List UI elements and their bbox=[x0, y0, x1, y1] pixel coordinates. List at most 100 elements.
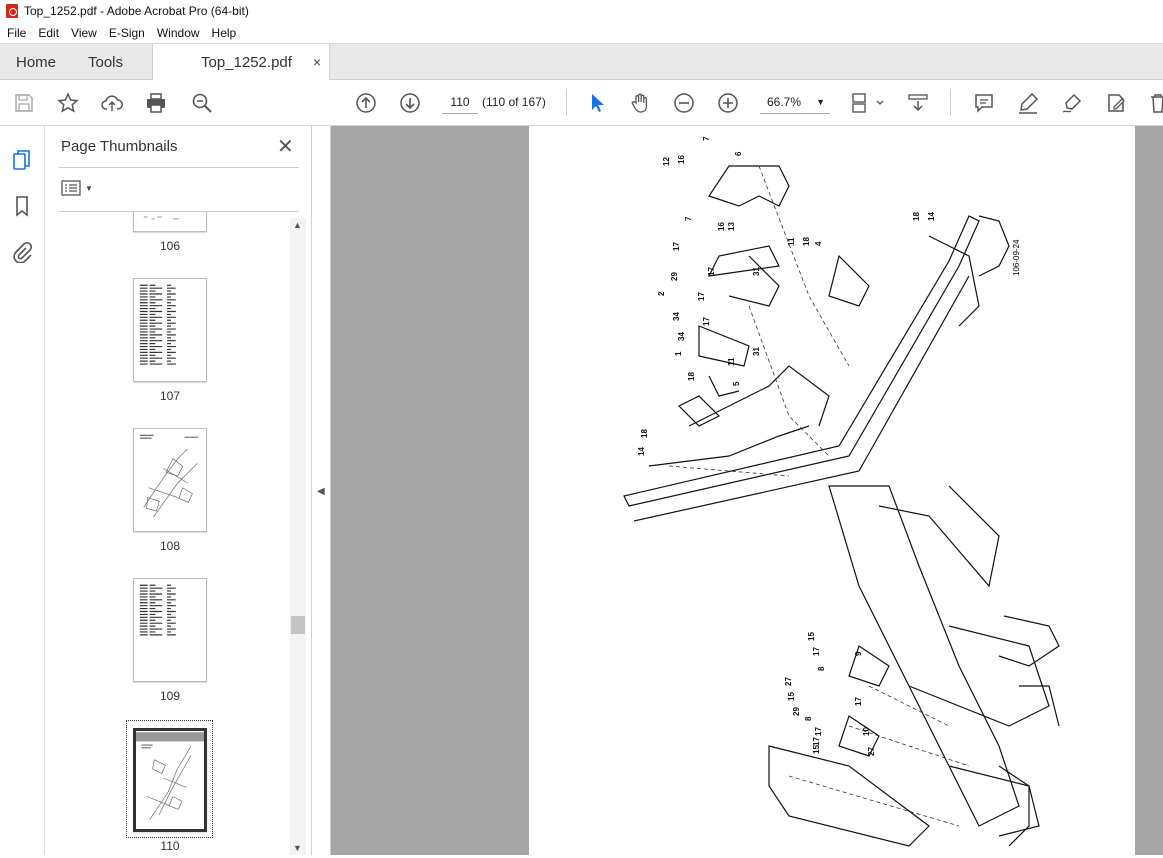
part-callout: 1 bbox=[674, 351, 683, 356]
chevron-down-icon: ▼ bbox=[816, 97, 825, 107]
thumbnail-page-108[interactable] bbox=[133, 428, 207, 532]
thumbnail-label: 108 bbox=[159, 539, 181, 553]
part-callout: 10 bbox=[862, 727, 871, 736]
part-callout: 16 bbox=[717, 222, 726, 231]
next-page-icon[interactable] bbox=[398, 91, 422, 115]
part-callout: 17 bbox=[702, 317, 711, 326]
part-callout: 16 bbox=[677, 155, 686, 164]
thumbnail-label: 109 bbox=[159, 689, 181, 703]
menu-help[interactable]: Help bbox=[212, 26, 243, 40]
close-icon[interactable]: ✕ bbox=[277, 134, 294, 159]
part-callout: 17 bbox=[697, 292, 706, 301]
upload-cloud-icon[interactable] bbox=[100, 91, 124, 115]
page-count: (110 of 167) bbox=[482, 95, 546, 109]
part-callout: 9 bbox=[854, 651, 863, 656]
part-callout: 14 bbox=[637, 447, 646, 456]
print-icon[interactable] bbox=[144, 91, 168, 115]
tab-close-icon[interactable]: × bbox=[313, 54, 321, 70]
attachments-icon[interactable] bbox=[11, 240, 33, 264]
page-thumbnails-icon[interactable] bbox=[11, 148, 33, 172]
tab-bar: Home Tools Top_1252.pdf × bbox=[0, 43, 1163, 81]
thumbnail-page-109[interactable] bbox=[133, 578, 207, 682]
tab-tools[interactable]: Tools bbox=[88, 44, 123, 81]
zoom-dropdown[interactable]: 66.7% ▼ bbox=[760, 90, 830, 114]
thumbnail-page-106[interactable] bbox=[133, 212, 207, 232]
thumbnail-options-button[interactable]: ▼ bbox=[61, 180, 93, 196]
sign-pen-icon[interactable] bbox=[1060, 91, 1084, 115]
part-callout: 18 bbox=[912, 212, 921, 221]
selection-outline bbox=[126, 720, 213, 838]
part-callout: 8 bbox=[817, 666, 826, 671]
save-icon[interactable] bbox=[12, 91, 36, 115]
window-title: Top_1252.pdf - Adobe Acrobat Pro (64-bit… bbox=[24, 4, 249, 18]
tab-document[interactable]: Top_1252.pdf × bbox=[152, 44, 330, 81]
part-callout: 31 bbox=[752, 267, 761, 276]
scrollbar-thumb[interactable] bbox=[291, 616, 305, 634]
panel-title: Page Thumbnails bbox=[61, 138, 178, 155]
thumbnail-label: 106 bbox=[159, 239, 181, 253]
page-fit-icon[interactable] bbox=[850, 91, 886, 115]
part-callout: 29 bbox=[792, 707, 801, 716]
panel-collapse-handle[interactable]: ◀ bbox=[312, 126, 331, 855]
menu-file[interactable]: File bbox=[7, 26, 32, 40]
part-callout: 17 bbox=[707, 267, 716, 276]
title-bar: Top_1252.pdf - Adobe Acrobat Pro (64-bit… bbox=[0, 0, 1163, 22]
drawing-code: 106-09-24 bbox=[1012, 239, 1021, 276]
select-cursor-icon[interactable] bbox=[585, 91, 609, 115]
part-callout: 15 bbox=[807, 632, 816, 641]
zoom-value: 66.7% bbox=[767, 95, 802, 109]
page-number-input[interactable]: 110 bbox=[442, 90, 478, 114]
scroll-up-icon[interactable]: ▲ bbox=[293, 220, 302, 230]
part-callout: 12 bbox=[662, 157, 671, 166]
toolbar-divider bbox=[950, 90, 951, 116]
bookmark-star-icon[interactable] bbox=[56, 91, 80, 115]
chevron-down-icon: ▼ bbox=[85, 183, 93, 193]
bookmarks-icon[interactable] bbox=[11, 194, 33, 218]
comment-icon[interactable] bbox=[972, 91, 996, 115]
menu-view[interactable]: View bbox=[71, 26, 103, 40]
previous-page-icon[interactable] bbox=[354, 91, 378, 115]
part-callout: 15 bbox=[812, 745, 821, 754]
part-callout: 17 bbox=[812, 647, 821, 656]
scroll-down-icon[interactable]: ▼ bbox=[293, 843, 302, 853]
menu-edit[interactable]: Edit bbox=[38, 26, 65, 40]
part-callout: 17 bbox=[814, 727, 823, 736]
zoom-out-icon[interactable] bbox=[672, 91, 696, 115]
left-navigation-rail bbox=[0, 126, 45, 855]
thumbnail-page-107[interactable] bbox=[133, 278, 207, 382]
toolbar-divider bbox=[566, 90, 567, 116]
scroll-mode-icon[interactable] bbox=[906, 91, 930, 115]
part-callout: 27 bbox=[867, 747, 876, 756]
tab-document-label: Top_1252.pdf bbox=[201, 54, 292, 71]
thumbnails-scrollbar[interactable]: ▲ ▼ bbox=[290, 218, 306, 855]
part-callout: 5 bbox=[732, 381, 741, 386]
frame-drawing bbox=[623, 165, 1060, 847]
delete-icon[interactable] bbox=[1146, 91, 1163, 115]
exploded-parts-diagram: 106-09-24 7612 16716 1318 141711 18 4291… bbox=[623, 136, 1060, 847]
part-callout: 11 bbox=[727, 357, 736, 366]
menu-window[interactable]: Window bbox=[157, 26, 206, 40]
edit-pdf-icon[interactable] bbox=[1104, 91, 1128, 115]
panel-divider bbox=[59, 167, 299, 168]
part-callout: 14 bbox=[927, 212, 936, 221]
part-callout: 18 bbox=[640, 429, 649, 438]
part-callout: 18 bbox=[687, 372, 696, 381]
hand-tool-icon[interactable] bbox=[628, 91, 652, 115]
part-callout: 17 bbox=[854, 697, 863, 706]
pdf-page[interactable]: 106-09-24 7 6 12 16 7 16 13 18 14 17 11 … bbox=[529, 126, 1135, 855]
part-callout: 34 bbox=[672, 312, 681, 321]
part-callout: 15 bbox=[787, 692, 796, 701]
part-callout: 17 bbox=[672, 242, 681, 251]
zoom-in-icon[interactable] bbox=[716, 91, 740, 115]
tab-home[interactable]: Home bbox=[16, 44, 56, 81]
thumbnail-label: 110 bbox=[160, 839, 180, 853]
zoom-search-icon[interactable] bbox=[190, 91, 214, 115]
part-callout: 29 bbox=[670, 272, 679, 281]
collapse-left-icon: ◀ bbox=[317, 486, 325, 497]
part-callout: 13 bbox=[727, 222, 736, 231]
part-callout: 7 bbox=[684, 216, 693, 221]
menu-esign[interactable]: E-Sign bbox=[109, 26, 151, 40]
highlight-pen-icon[interactable] bbox=[1016, 91, 1040, 115]
menu-bar: File Edit View E-Sign Window Help bbox=[0, 22, 1163, 43]
part-callout: 4 bbox=[814, 241, 823, 246]
